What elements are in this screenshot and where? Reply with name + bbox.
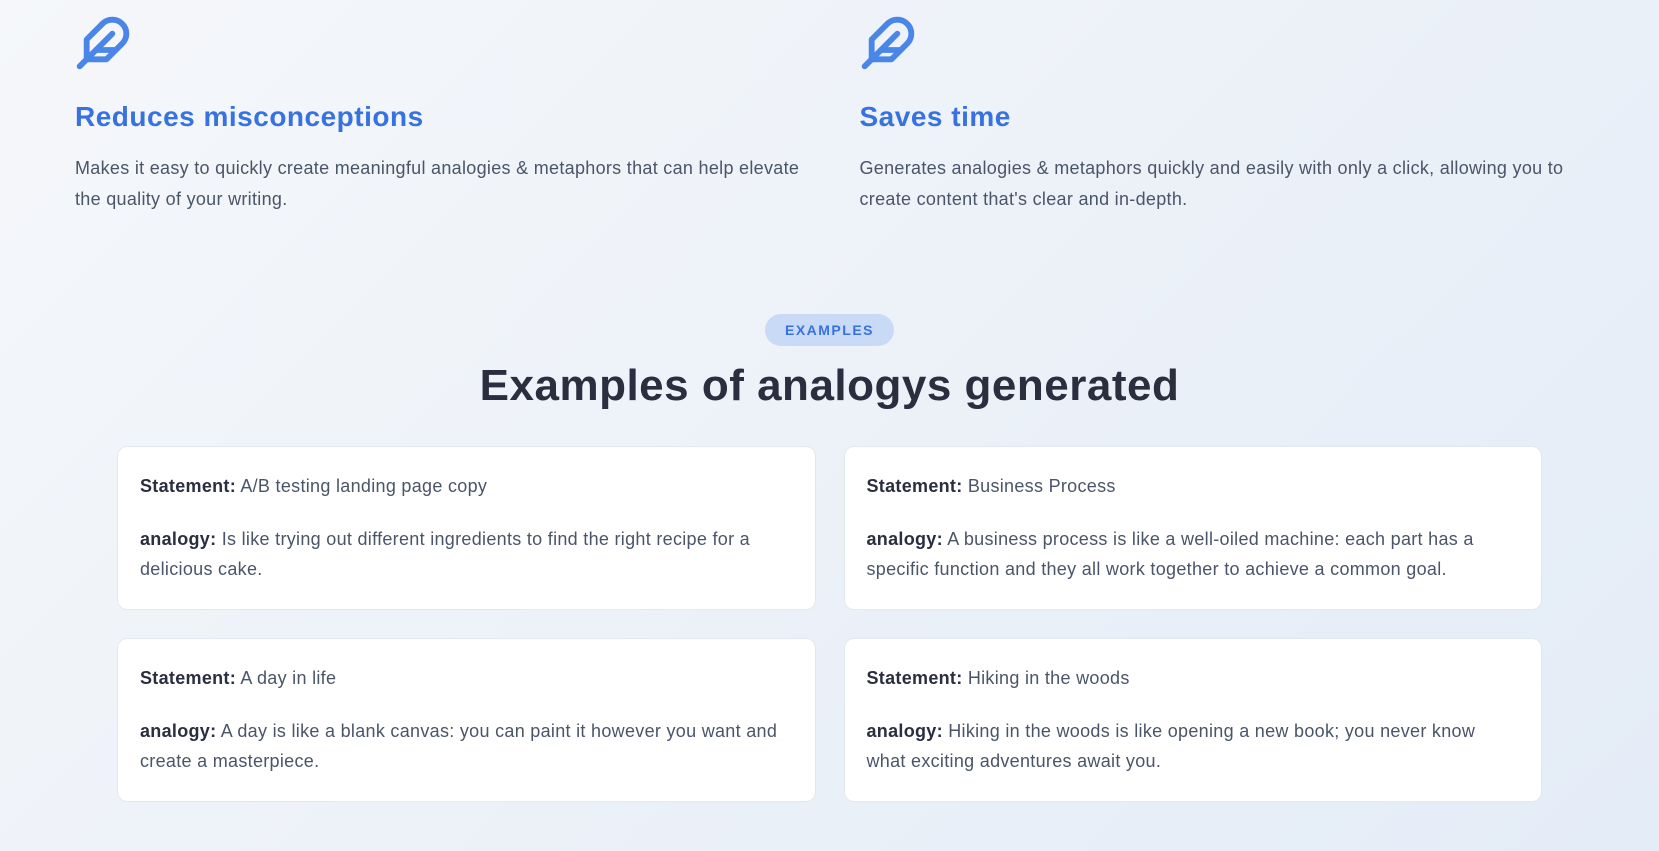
analogy-value: A business process is like a well-oiled … [867,529,1474,580]
feather-icon [75,15,800,76]
feature-title: Saves time [860,101,1585,133]
analogy-label: analogy: [140,529,216,549]
analogy-label: analogy: [140,721,216,741]
examples-badge: EXAMPLES [765,314,894,346]
feature-reduces-misconceptions: Reduces misconceptions Makes it easy to … [75,15,800,214]
example-card: Statement: A day in life analogy: A day … [117,638,816,802]
card-statement: Statement: A day in life [140,663,793,694]
statement-label: Statement: [867,476,963,496]
features-row: Reduces misconceptions Makes it easy to … [75,15,1584,214]
analogy-value: Hiking in the woods is like opening a ne… [867,721,1476,772]
feature-description: Makes it easy to quickly create meaningf… [75,153,800,214]
card-statement: Statement: Hiking in the woods [867,663,1520,694]
statement-value: A day in life [240,668,336,688]
section-title: Examples of analogys generated [75,361,1584,411]
card-analogy: analogy: Hiking in the woods is like ope… [867,716,1520,777]
feature-saves-time: Saves time Generates analogies & metapho… [860,15,1585,214]
card-analogy: analogy: A day is like a blank canvas: y… [140,716,793,777]
card-analogy: analogy: Is like trying out different in… [140,524,793,585]
example-card: Statement: Hiking in the woods analogy: … [844,638,1543,802]
analogy-value: Is like trying out different ingredients… [140,529,750,580]
card-statement: Statement: Business Process [867,471,1520,502]
card-analogy: analogy: A business process is like a we… [867,524,1520,585]
analogy-label: analogy: [867,529,943,549]
statement-label: Statement: [867,668,963,688]
example-card: Statement: A/B testing landing page copy… [117,446,816,610]
statement-label: Statement: [140,476,236,496]
cards-grid: Statement: A/B testing landing page copy… [75,446,1584,802]
feature-title: Reduces misconceptions [75,101,800,133]
feather-icon [860,15,1585,76]
feature-description: Generates analogies & metaphors quickly … [860,153,1585,214]
statement-value: Hiking in the woods [968,668,1130,688]
examples-section: EXAMPLES Examples of analogys generated … [75,314,1584,802]
statement-value: Business Process [968,476,1116,496]
analogy-label: analogy: [867,721,943,741]
card-statement: Statement: A/B testing landing page copy [140,471,793,502]
statement-label: Statement: [140,668,236,688]
analogy-value: A day is like a blank canvas: you can pa… [140,721,777,772]
statement-value: A/B testing landing page copy [240,476,487,496]
example-card: Statement: Business Process analogy: A b… [844,446,1543,610]
